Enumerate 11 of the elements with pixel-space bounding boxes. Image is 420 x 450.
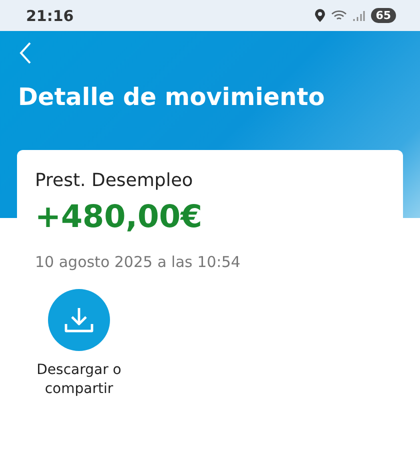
movement-amount: +480,00€ xyxy=(35,199,204,235)
movement-concept: Prest. Desempleo xyxy=(35,170,194,191)
action-label: Descargar o compartir xyxy=(36,361,122,399)
movement-date: 10 agosto 2025 a las 10:54 xyxy=(35,253,242,271)
signal-icon xyxy=(352,10,365,22)
wifi-icon xyxy=(330,10,347,22)
download-icon xyxy=(64,306,94,334)
page-title: Detalle de movimiento xyxy=(18,83,326,111)
battery-level: 65 xyxy=(370,8,396,23)
location-icon xyxy=(314,9,325,22)
status-time: 21:16 xyxy=(26,6,74,24)
